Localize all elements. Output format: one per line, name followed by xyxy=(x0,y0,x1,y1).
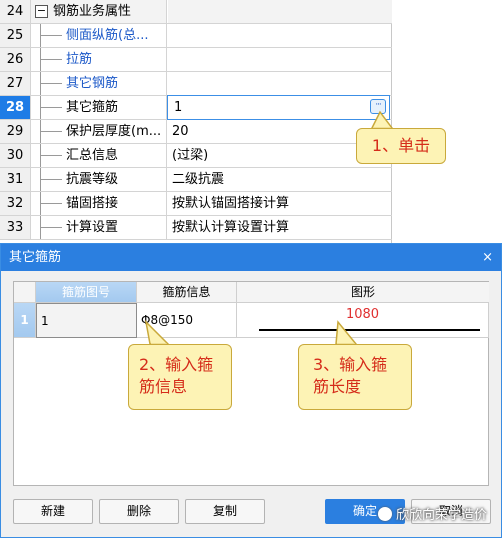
property-row-active[interactable]: 28 其它箍筋 1 ··· xyxy=(0,95,392,120)
property-value[interactable]: 按默认计算设置计算 xyxy=(168,216,392,239)
dialog-title: 其它箍筋 xyxy=(9,250,62,265)
property-name: 其它箍筋 xyxy=(66,100,119,115)
row-number: 28 xyxy=(0,96,31,119)
row-number: 32 xyxy=(0,192,31,215)
row-number: 33 xyxy=(0,216,31,239)
callout-step-3: 3、输入箍 筋长度 xyxy=(298,344,412,410)
column-header-id[interactable]: 箍筋图号 xyxy=(36,282,137,303)
stirrup-info-cell[interactable]: Φ8@150 xyxy=(137,303,237,338)
callout-text: 3、输入箍 xyxy=(313,355,388,374)
property-value[interactable]: 二级抗震 xyxy=(168,168,392,191)
collapse-icon[interactable]: − xyxy=(35,5,48,18)
property-name: 计算设置 xyxy=(66,220,119,235)
delete-button[interactable]: 删除 xyxy=(99,499,179,524)
property-value xyxy=(168,0,392,23)
property-value[interactable] xyxy=(168,72,392,95)
property-row[interactable]: 25 侧面纵筋(总... xyxy=(0,24,392,48)
property-name: 侧面纵筋(总... xyxy=(66,28,149,43)
property-row[interactable]: 29 保护层厚度(m... 20 xyxy=(0,120,392,144)
stirrup-id-cell[interactable]: 1 xyxy=(36,303,137,338)
column-header-info[interactable]: 箍筋信息 xyxy=(137,282,237,303)
close-icon[interactable]: × xyxy=(482,244,493,271)
row-number: 27 xyxy=(0,72,31,95)
callout-step-2: 2、输入箍 筋信息 xyxy=(128,344,232,410)
new-button[interactable]: 新建 xyxy=(13,499,93,524)
property-row[interactable]: 27 其它钢筋 xyxy=(0,72,392,96)
dialog-titlebar[interactable]: 其它箍筋 × xyxy=(1,244,501,271)
property-row[interactable]: 33 计算设置 按默认计算设置计算 xyxy=(0,216,392,240)
callout-text: 2、输入箍 xyxy=(139,355,214,374)
stirrup-shape-line xyxy=(259,329,480,331)
property-name: 其它钢筋 xyxy=(66,76,119,91)
property-row[interactable]: 31 抗震等级 二级抗震 xyxy=(0,168,392,192)
row-number: 24 xyxy=(0,0,31,23)
row-number: 25 xyxy=(0,24,31,47)
property-row[interactable]: 30 汇总信息 (过梁) xyxy=(0,144,392,168)
table-row-number[interactable]: 1 xyxy=(14,303,36,338)
property-name: 抗震等级 xyxy=(66,172,119,187)
callout-text: 筋信息 xyxy=(139,377,188,396)
other-stirrup-dialog: 其它箍筋 × 箍筋图号 箍筋信息 图形 1 1 Φ8@150 1080 新建 删… xyxy=(0,243,502,538)
callout-text: 筋长度 xyxy=(313,377,362,396)
property-value-text: 1 xyxy=(174,100,183,115)
watermark: 欣欣向荣学造价 xyxy=(378,505,498,527)
property-value[interactable] xyxy=(168,24,392,47)
property-name: 锚固搭接 xyxy=(66,196,119,211)
watermark-text: 欣欣向荣学造价 xyxy=(396,508,488,523)
row-number: 30 xyxy=(0,144,31,167)
property-value[interactable]: 按默认锚固搭接计算 xyxy=(168,192,392,215)
row-number: 29 xyxy=(0,120,31,143)
wechat-icon xyxy=(378,507,392,521)
column-header-shape[interactable]: 图形 xyxy=(237,282,489,303)
stirrup-length[interactable]: 1080 xyxy=(237,307,488,323)
row-number: 31 xyxy=(0,168,31,191)
row-number: 26 xyxy=(0,48,31,71)
property-row[interactable]: 24 − 钢筋业务属性 xyxy=(0,0,392,24)
stirrup-table: 箍筋图号 箍筋信息 图形 1 1 Φ8@150 1080 xyxy=(13,281,489,486)
copy-button[interactable]: 复制 xyxy=(185,499,265,524)
table-corner xyxy=(14,282,36,303)
property-row[interactable]: 26 拉筋 xyxy=(0,48,392,72)
property-name: 保护层厚度(m... xyxy=(66,124,162,139)
property-grid: 24 − 钢筋业务属性 25 侧面纵筋(总... 26 拉筋 27 其它钢筋 2… xyxy=(0,0,392,243)
callout-step-1: 1、单击 xyxy=(356,128,446,164)
property-name: 拉筋 xyxy=(66,52,93,67)
property-name: 汇总信息 xyxy=(66,148,119,163)
property-value[interactable] xyxy=(168,48,392,71)
property-name: 钢筋业务属性 xyxy=(53,4,132,19)
ellipsis-button[interactable]: ··· xyxy=(370,99,386,114)
property-value-input[interactable]: 1 ··· xyxy=(167,95,390,120)
stirrup-shape-cell[interactable]: 1080 xyxy=(237,303,489,338)
property-row[interactable]: 32 锚固搭接 按默认锚固搭接计算 xyxy=(0,192,392,216)
